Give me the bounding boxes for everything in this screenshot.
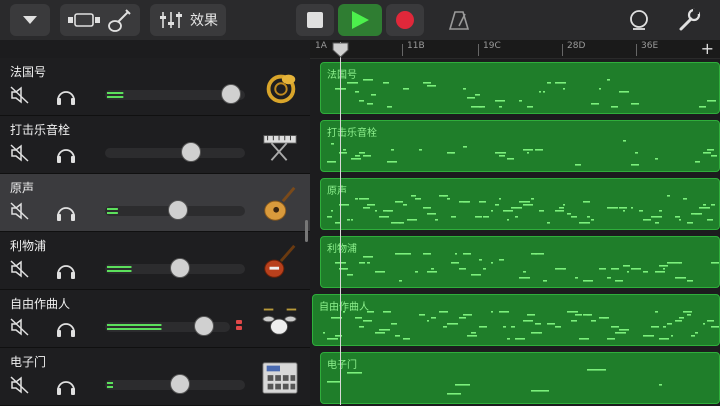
mute-speaker-icon[interactable] [10, 376, 30, 394]
guitar-instrument-icon[interactable] [106, 7, 134, 33]
drum-kit-icon[interactable] [260, 300, 300, 340]
level-meter [107, 149, 243, 157]
midi-notes [335, 253, 719, 282]
mixer-effects-group: 效果 [150, 4, 226, 36]
track-header[interactable]: 利物浦 [0, 232, 310, 290]
track-name: 法国号 [10, 65, 47, 79]
track-name: 自由作曲人 [10, 297, 71, 311]
solo-headphones-icon[interactable] [55, 144, 77, 164]
ruler-tick [402, 44, 403, 56]
midi-region[interactable]: 原声 [320, 178, 720, 230]
playhead-handle[interactable] [332, 42, 349, 58]
midi-notes [327, 140, 717, 166]
track-lanes: 法国号打击乐音栓原声利物浦自由作曲人电子门 [310, 58, 720, 405]
mute-speaker-icon[interactable] [10, 202, 30, 220]
midi-notes [327, 195, 715, 224]
track-name: 打击乐音栓 [10, 123, 71, 137]
volume-slider[interactable] [105, 148, 245, 158]
metronome-button[interactable] [440, 4, 478, 36]
drum-machine-icon[interactable] [260, 358, 300, 398]
volume-knob[interactable] [180, 142, 201, 162]
solo-headphones-icon[interactable] [55, 202, 77, 222]
ruler-marker: 19C [483, 41, 501, 51]
midi-region[interactable]: 自由作曲人 [312, 294, 720, 346]
volume-knob[interactable] [168, 200, 189, 220]
stop-icon [307, 12, 323, 28]
solo-headphones-icon[interactable] [55, 376, 77, 396]
ruler-tick [636, 44, 637, 56]
effects-button[interactable]: 效果 [190, 10, 218, 30]
midi-region[interactable]: 利物浦 [320, 236, 720, 288]
volume-knob[interactable] [220, 84, 241, 104]
play-icon [352, 11, 369, 29]
clip-indicator [236, 320, 242, 332]
triangle-down-icon [23, 16, 37, 24]
ruler-marker: 1A [315, 41, 327, 51]
ruler-tick [562, 44, 563, 56]
midi-notes [323, 311, 719, 340]
metronome-icon [448, 11, 470, 30]
add-section-button[interactable]: + [701, 39, 714, 58]
settings-button[interactable] [670, 4, 708, 36]
ruler-marker: 11B [407, 41, 425, 51]
track-header[interactable]: 电子门 [0, 348, 310, 406]
bass-guitar-icon[interactable] [260, 242, 300, 282]
solo-headphones-icon[interactable] [55, 318, 77, 338]
toolbar: 效果 [0, 0, 720, 40]
wrench-icon [679, 8, 701, 31]
solo-headphones-icon[interactable] [55, 86, 77, 106]
mute-speaker-icon[interactable] [10, 86, 30, 104]
french-horn-icon[interactable] [260, 68, 300, 108]
loop-icon [630, 10, 648, 30]
playhead-line[interactable] [340, 42, 341, 405]
record-icon [396, 11, 414, 29]
track-header[interactable]: 法国号 [0, 58, 310, 116]
mute-speaker-icon[interactable] [10, 318, 30, 336]
scrollbar[interactable] [305, 220, 308, 242]
track-header[interactable]: 打击乐音栓 [0, 116, 310, 174]
volume-knob[interactable] [169, 374, 190, 394]
track-name: 电子门 [10, 355, 47, 369]
play-button[interactable] [338, 4, 382, 36]
midi-notes [327, 369, 662, 395]
timeline-ruler[interactable]: 1A 11B 19C 28D 36E + [310, 39, 720, 59]
track-header[interactable]: 原声 [0, 174, 310, 232]
ruler-marker: 36E [641, 41, 659, 51]
midi-region[interactable]: 打击乐音栓 [320, 120, 720, 172]
track-name: 利物浦 [10, 239, 47, 253]
mixer-icon[interactable] [158, 9, 184, 31]
mute-speaker-icon[interactable] [10, 260, 30, 278]
loop-browser-button[interactable] [620, 4, 658, 36]
track-header-list: 法国号打击乐音栓原声利物浦自由作曲人电子门 [0, 58, 310, 406]
view-toggle-group [60, 4, 140, 36]
stop-button[interactable] [296, 4, 334, 36]
track-name: 原声 [10, 181, 35, 195]
midi-region[interactable]: 电子门 [320, 352, 720, 404]
track-header[interactable]: 自由作曲人 [0, 290, 310, 348]
ruler-marker: 28D [567, 41, 586, 51]
browser-dropdown-button[interactable] [10, 4, 50, 36]
volume-knob[interactable] [169, 258, 190, 278]
keyboard-stand-icon[interactable] [260, 126, 300, 166]
volume-knob[interactable] [193, 316, 214, 336]
mute-speaker-icon[interactable] [10, 144, 30, 162]
ruler-tick [478, 44, 479, 56]
record-button[interactable] [386, 4, 424, 36]
midi-notes [335, 79, 716, 108]
solo-headphones-icon[interactable] [55, 260, 77, 280]
acoustic-guitar-icon[interactable] [260, 184, 300, 224]
midi-region[interactable]: 法国号 [320, 62, 720, 114]
tracks-view-icon[interactable] [66, 9, 102, 31]
